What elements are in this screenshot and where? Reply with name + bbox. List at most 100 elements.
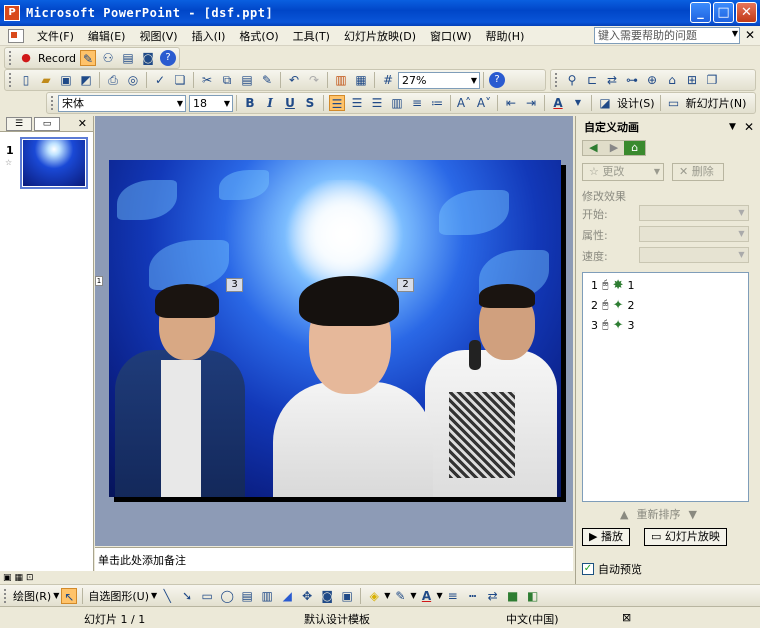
list-item[interactable]: 2 🖰 ✦ 2 bbox=[591, 297, 635, 313]
film-icon[interactable]: ▤ bbox=[120, 50, 136, 66]
remove-effect-button[interactable]: ✕ 删除 bbox=[672, 163, 724, 181]
notes-pane[interactable]: 单击此处添加备注 bbox=[95, 547, 573, 571]
chevron-down-icon[interactable]: ▼ bbox=[53, 591, 59, 600]
close-pane-icon[interactable]: ✕ bbox=[744, 120, 754, 134]
cut-icon[interactable]: ✂ bbox=[199, 72, 215, 88]
line-style-icon[interactable]: ≡ bbox=[445, 588, 461, 604]
menu-edit[interactable]: 编辑(E) bbox=[81, 28, 133, 44]
toolbar-grip[interactable] bbox=[51, 96, 54, 110]
shape-tool-icon-4[interactable]: ⊶ bbox=[624, 72, 640, 88]
menu-tools[interactable]: 工具(T) bbox=[286, 28, 337, 44]
autopreview-option[interactable]: ✓ 自动预览 bbox=[582, 561, 642, 577]
change-effect-button[interactable]: ☆ 更改 ▼ bbox=[582, 163, 664, 181]
shadow-button[interactable]: S bbox=[302, 95, 318, 111]
dash-style-icon[interactable]: ┅ bbox=[465, 588, 481, 604]
grid-icon[interactable]: # bbox=[380, 72, 396, 88]
line-icon[interactable]: ╲ bbox=[159, 588, 175, 604]
textbox-icon[interactable]: ▤ bbox=[239, 588, 255, 604]
chevron-down-icon[interactable]: ▼ bbox=[410, 591, 416, 600]
chevron-down-icon[interactable]: ▼ bbox=[224, 96, 230, 111]
chevron-down-icon[interactable]: ▼ bbox=[384, 591, 390, 600]
help-search-input[interactable]: 键入需要帮助的问题 bbox=[594, 27, 740, 44]
select-arrow-icon[interactable]: ↖ bbox=[61, 587, 78, 604]
bullets-icon[interactable]: ≔ bbox=[429, 95, 445, 111]
list-item[interactable]: 3 🖰 ✦ 3 bbox=[591, 317, 635, 333]
slide-thumbnail[interactable] bbox=[20, 137, 88, 189]
underline-button[interactable]: U bbox=[282, 95, 298, 111]
chevron-down-icon[interactable]: ▼ bbox=[177, 96, 183, 111]
record-button[interactable]: Record bbox=[38, 52, 76, 65]
toolbar-grip[interactable] bbox=[4, 588, 7, 603]
animation-tag-3[interactable]: 3 bbox=[226, 278, 243, 292]
list-item[interactable]: 1 🖰 ✸ 1 bbox=[591, 277, 635, 293]
play-button[interactable]: ▶ 播放 bbox=[582, 528, 630, 546]
menu-window[interactable]: 窗口(W) bbox=[423, 28, 478, 44]
font-color-icon[interactable]: A bbox=[550, 95, 566, 111]
diagram-icon[interactable]: ✥ bbox=[299, 588, 315, 604]
insert-table-icon[interactable]: ▦ bbox=[353, 72, 369, 88]
decrease-indent-icon[interactable]: ⇤ bbox=[503, 95, 519, 111]
slide-sorter-icon[interactable]: ▦ bbox=[15, 573, 24, 583]
format-painter-icon[interactable]: ✎ bbox=[259, 72, 275, 88]
property-select[interactable]: ▼ bbox=[639, 226, 749, 242]
shadow-style-icon[interactable]: ■ bbox=[505, 588, 521, 604]
new-file-icon[interactable]: ▯ bbox=[18, 72, 34, 88]
redo-icon[interactable]: ↷ bbox=[306, 72, 322, 88]
menu-slideshow[interactable]: 幻灯片放映(D) bbox=[337, 28, 423, 44]
autoshapes-button[interactable]: 自选图形(U) bbox=[88, 588, 149, 604]
chevron-down-icon[interactable]: ▼ bbox=[570, 95, 586, 111]
shape-tool-icon-3[interactable]: ⇄ bbox=[604, 72, 620, 88]
draw-menu-button[interactable]: 绘图(R) bbox=[13, 588, 51, 604]
normal-view-icon[interactable]: ▣ bbox=[3, 573, 12, 583]
increase-font-icon[interactable]: A˄ bbox=[456, 95, 472, 111]
print-icon[interactable]: ⎙ bbox=[105, 72, 121, 88]
font-color-icon[interactable]: A bbox=[419, 588, 435, 604]
menu-insert[interactable]: 插入(I) bbox=[185, 28, 233, 44]
spelling-status-icon[interactable]: ⊠ bbox=[622, 611, 631, 624]
chevron-down-icon[interactable]: ▼ bbox=[471, 73, 477, 88]
toolbar-grip[interactable] bbox=[555, 73, 558, 87]
save-icon[interactable]: ▣ bbox=[58, 72, 74, 88]
brush-icon[interactable]: ✎ bbox=[80, 50, 97, 66]
spelling-icon[interactable]: ✓ bbox=[152, 72, 168, 88]
bold-button[interactable]: B bbox=[242, 95, 258, 111]
shape-tool-icon-2[interactable]: ⊏ bbox=[584, 72, 600, 88]
font-select[interactable]: 宋体 ▼ bbox=[58, 94, 186, 112]
chevron-down-icon[interactable]: ▼ bbox=[437, 591, 443, 600]
record-dot-icon[interactable]: ● bbox=[18, 50, 34, 66]
menu-help[interactable]: 帮助(H) bbox=[479, 28, 532, 44]
maximize-button[interactable]: □ bbox=[713, 2, 734, 23]
3d-style-icon[interactable]: ◧ bbox=[525, 588, 541, 604]
new-slide-icon[interactable]: ▭ bbox=[666, 95, 682, 111]
powerpoint-app-icon[interactable]: P bbox=[4, 5, 20, 21]
insert-chart-icon[interactable]: ▥ bbox=[333, 72, 349, 88]
shape-tool-icon-1[interactable]: ⚲ bbox=[564, 72, 580, 88]
fill-color-icon[interactable]: ◈ bbox=[366, 588, 382, 604]
zoom-select[interactable]: 27% ▼ bbox=[398, 71, 480, 89]
chevron-down-icon[interactable]: ▼ bbox=[732, 29, 738, 38]
help-icon[interactable]: ? bbox=[489, 72, 505, 88]
font-size-select[interactable]: 18 ▼ bbox=[189, 94, 233, 112]
paste-icon[interactable]: ▤ bbox=[239, 72, 255, 88]
person-middle-body[interactable] bbox=[273, 382, 433, 497]
chevron-down-icon[interactable]: ▼ bbox=[151, 591, 157, 600]
italic-button[interactable]: I bbox=[262, 95, 278, 111]
align-right-icon[interactable]: ☰ bbox=[369, 95, 385, 111]
toolbar-grip[interactable] bbox=[9, 51, 12, 65]
design-icon[interactable]: ◪ bbox=[597, 95, 613, 111]
design-button[interactable]: 设计(S) bbox=[617, 95, 655, 111]
picture-icon[interactable]: ▣ bbox=[339, 588, 355, 604]
align-center-icon[interactable]: ☰ bbox=[349, 95, 365, 111]
new-slide-button[interactable]: 新幻灯片(N) bbox=[686, 95, 747, 111]
vertical-textbox-icon[interactable]: ▥ bbox=[259, 588, 275, 604]
start-select[interactable]: ▼ bbox=[639, 205, 749, 221]
close-button[interactable]: ✕ bbox=[736, 2, 757, 23]
oval-icon[interactable]: ◯ bbox=[219, 588, 235, 604]
menu-view[interactable]: 视图(V) bbox=[132, 28, 184, 44]
menu-file[interactable]: 文件(F) bbox=[30, 28, 81, 44]
increase-indent-icon[interactable]: ⇥ bbox=[523, 95, 539, 111]
arrow-style-icon[interactable]: ⇄ bbox=[485, 588, 501, 604]
toolbar-grip[interactable] bbox=[9, 73, 12, 87]
camera-icon[interactable]: ◙ bbox=[140, 50, 156, 66]
slide-canvas[interactable]: 3 2 bbox=[109, 160, 561, 497]
